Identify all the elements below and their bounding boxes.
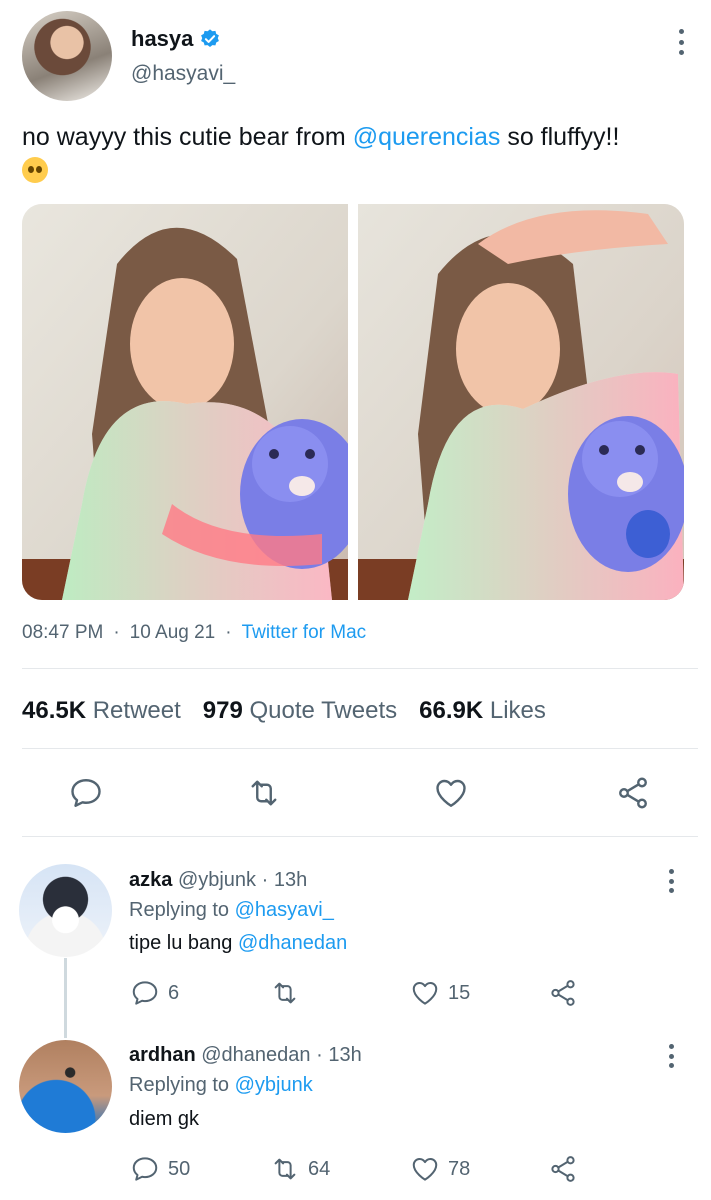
reply-action-reply[interactable]: 6 (130, 978, 179, 1008)
like-icon (412, 1158, 438, 1181)
thread-line (64, 958, 67, 1038)
replying-prefix: Replying to (129, 1074, 235, 1096)
retweet-icon (274, 1158, 296, 1180)
reply-count: 50 (168, 1157, 191, 1180)
author-handle[interactable]: @hasyavi_ (131, 62, 235, 86)
replying-prefix: Replying to (129, 899, 235, 921)
meta-separator: · (113, 622, 120, 643)
quotes-label: Quote Tweets (249, 697, 398, 724)
reply-action-like[interactable]: 78 (410, 1154, 470, 1184)
share-icon[interactable] (615, 775, 651, 811)
meta-separator: · (225, 622, 232, 643)
reply-action-like[interactable]: 15 (410, 978, 470, 1008)
retweet-icon[interactable] (246, 775, 282, 811)
tweet-stats: 46.5K Retweet 979 Quote Tweets 66.9K Lik… (22, 697, 546, 725)
divider (22, 668, 698, 669)
reply-text-part: tipe lu bang (129, 932, 238, 954)
reply-author-name[interactable]: azka (129, 869, 172, 891)
photo-illustration (22, 204, 348, 600)
retweets-count: 46.5K (22, 697, 87, 724)
author-avatar[interactable] (22, 11, 112, 101)
retweet-count: 64 (308, 1157, 331, 1180)
tweet-photo-2[interactable] (358, 204, 684, 600)
like-icon[interactable] (433, 775, 469, 811)
tweet-meta: 08:47 PM · 10 Aug 21 · Twitter for Mac (22, 622, 366, 644)
quotes-count: 979 (202, 697, 243, 724)
replying-to: Replying to @ybjunk (129, 1074, 313, 1097)
reply-action-reply[interactable]: 50 (130, 1154, 190, 1184)
replying-to: Replying to @hasyavi_ (129, 899, 334, 922)
reply-author-name[interactable]: ardhan (129, 1044, 196, 1066)
likes-label: Likes (489, 697, 546, 724)
reply-icon[interactable] (68, 775, 104, 811)
replying-to-link[interactable]: @ybjunk (235, 1074, 313, 1096)
tweet-text-part: so fluffyy!! (500, 123, 620, 151)
reply-action-retweet[interactable]: 64 (270, 1154, 330, 1184)
share-icon (551, 980, 575, 1006)
likes-count: 66.9K (419, 697, 484, 724)
author-name-text: hasya (131, 26, 194, 51)
reply-action-share[interactable] (548, 1154, 578, 1184)
reply-icon (132, 981, 158, 1005)
divider (22, 836, 698, 837)
retweets-stat[interactable]: 46.5K Retweet (22, 697, 181, 725)
reply-time[interactable]: · 13h (316, 1044, 362, 1066)
tweet-source[interactable]: Twitter for Mac (242, 622, 367, 644)
reply-avatar[interactable] (19, 1040, 112, 1133)
reply-mention-link[interactable]: @dhanedan (238, 932, 347, 954)
retweet-icon (274, 982, 296, 1004)
reply-text: diem gk (129, 1108, 199, 1131)
reply-action-share[interactable] (548, 978, 578, 1008)
pleading-face-emoji (22, 157, 48, 184)
reply-action-retweet[interactable] (270, 978, 308, 1008)
retweets-label: Retweet (92, 697, 181, 724)
more-icon[interactable] (666, 869, 676, 893)
reply-avatar[interactable] (19, 864, 112, 957)
reply-time[interactable]: · 13h (262, 869, 308, 891)
photo-illustration (358, 204, 684, 600)
like-icon (412, 982, 438, 1005)
reply-header: azka @ybjunk · 13h (129, 869, 307, 892)
tweet-time[interactable]: 08:47 PM (22, 622, 103, 644)
likes-stat[interactable]: 66.9K Likes (419, 697, 546, 725)
reply-text-part: diem gk (129, 1108, 200, 1130)
verified-badge-icon (201, 29, 220, 47)
like-count: 15 (448, 981, 471, 1004)
tweet-mention-link[interactable]: @querencias (353, 123, 501, 151)
reply-icon (132, 1157, 158, 1181)
replying-to-link[interactable]: @hasyavi_ (235, 899, 334, 921)
tweet-photo-1[interactable] (22, 204, 348, 600)
more-icon[interactable] (668, 28, 694, 56)
reply-author-handle[interactable]: @ybjunk (178, 869, 256, 891)
tweet-text-part: no wayyy this cutie bear from (22, 123, 353, 151)
reply-author-handle[interactable]: @dhanedan (201, 1044, 310, 1066)
reply-header: ardhan @dhanedan · 13h (129, 1044, 362, 1067)
reply-count: 6 (168, 981, 180, 1004)
share-icon (551, 1156, 575, 1182)
tweet-date[interactable]: 10 Aug 21 (130, 622, 216, 644)
divider (22, 748, 698, 749)
quotes-stat[interactable]: 979 Quote Tweets (203, 697, 397, 725)
tweet-text: no wayyy this cutie bear from @querencia… (22, 122, 692, 184)
author-display-name[interactable]: hasya (131, 26, 221, 52)
like-count: 78 (448, 1157, 471, 1180)
reply-text: tipe lu bang @dhanedan (129, 932, 347, 955)
more-icon[interactable] (666, 1044, 676, 1068)
